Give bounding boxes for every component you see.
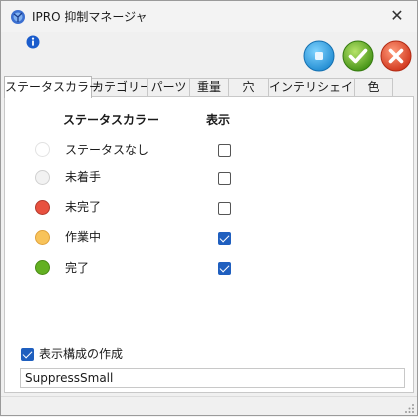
status-not-started-dot-icon [35, 170, 50, 185]
tab-strip: ステータスカラー カテゴリー パーツ 重量 穴 インテリシェイプ 色 [1, 76, 417, 98]
tab-holes[interactable]: 穴 [228, 78, 269, 97]
status-complete-dot-icon [35, 260, 50, 275]
tab-label: インテリシェイプ [269, 80, 366, 94]
check-icon [342, 40, 374, 72]
show-checkbox[interactable] [218, 262, 231, 275]
tab-parts[interactable]: パーツ [147, 78, 190, 97]
blue-square-button[interactable] [303, 40, 335, 72]
show-header: 表示 [206, 113, 231, 127]
window-title: IPRO 抑制マネージャ [32, 10, 148, 24]
show-checkbox[interactable] [218, 202, 231, 215]
create-config-label: 表示構成の作成 [39, 347, 124, 361]
info-icon[interactable] [26, 35, 40, 49]
title-bar[interactable]: IPRO 抑制マネージャ ✕ [1, 1, 417, 32]
blue-square-icon [303, 40, 335, 72]
show-checkbox[interactable] [218, 172, 231, 185]
close-icon[interactable]: ✕ [383, 5, 411, 27]
cancel-button[interactable] [380, 40, 412, 72]
resize-grip-icon[interactable] [405, 403, 415, 413]
tab-label: パーツ [150, 80, 187, 94]
app-icon [10, 9, 26, 25]
status-color-header: ステータスカラー [63, 113, 160, 127]
status-incomplete-dot-icon [35, 200, 50, 215]
status-label: 未完了 [65, 200, 102, 214]
status-bar [1, 396, 417, 415]
cross-icon [380, 40, 412, 72]
show-checkbox[interactable] [218, 144, 231, 157]
tab-label: ステータスカラー [5, 80, 102, 94]
status-none-dot-icon [35, 142, 50, 157]
status-label: ステータスなし [65, 143, 150, 157]
status-label: 完了 [65, 261, 90, 275]
status-label: 未着手 [65, 170, 102, 184]
config-name-input[interactable] [20, 368, 405, 388]
show-checkbox[interactable] [218, 232, 231, 245]
create-config-checkbox[interactable] [21, 348, 34, 361]
status-label: 作業中 [65, 230, 102, 244]
tab-label: 色 [367, 80, 380, 94]
tab-intellishape[interactable]: インテリシェイプ [268, 78, 365, 97]
tab-label: 穴 [242, 80, 255, 94]
tab-color[interactable]: 色 [354, 78, 393, 97]
ok-button[interactable] [342, 40, 374, 72]
suppress-manager-window: IPRO 抑制マネージャ ✕ ステータスカラー カテゴリー パーツ 重量 穴 イ… [0, 0, 418, 416]
tab-weight[interactable]: 重量 [189, 78, 229, 97]
tab-label: 重量 [196, 80, 221, 94]
tab-status-color[interactable]: ステータスカラー [4, 76, 101, 98]
status-in-progress-dot-icon [35, 230, 50, 245]
